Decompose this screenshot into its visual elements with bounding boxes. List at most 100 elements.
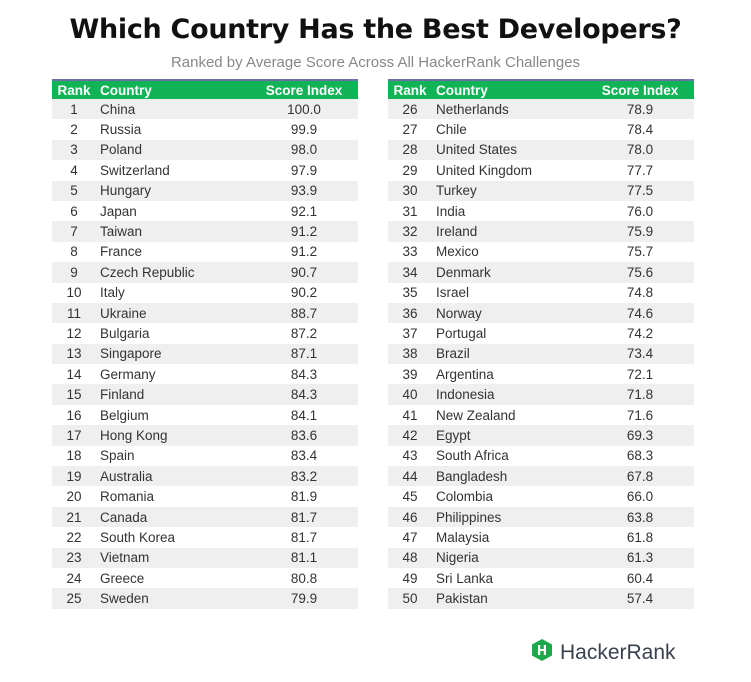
- cell-score: 78.9: [586, 99, 694, 120]
- cell-rank: 7: [52, 221, 96, 242]
- cell-country: Greece: [96, 567, 250, 589]
- table-row: 24 Greece 80.8: [52, 567, 358, 589]
- cell-score: 76.0: [586, 200, 694, 222]
- cell-rank: 49: [388, 567, 432, 589]
- cell-country: Germany: [96, 364, 250, 385]
- table-row: 44 Bangladesh 67.8: [388, 466, 694, 487]
- cell-country: China: [96, 99, 250, 120]
- cell-rank: 3: [52, 139, 96, 161]
- cell-country: Finland: [96, 384, 250, 405]
- cell-country: Norway: [432, 302, 586, 324]
- cell-rank: 12: [52, 323, 96, 344]
- cell-score: 91.2: [250, 221, 358, 242]
- cell-rank: 17: [52, 425, 96, 446]
- cell-country: Indonesia: [432, 384, 586, 405]
- table-row: 7 Taiwan 91.2: [52, 221, 358, 242]
- cell-country: Taiwan: [96, 221, 250, 242]
- cell-rank: 29: [388, 160, 432, 181]
- cell-rank: 6: [52, 200, 96, 222]
- table-row: 43 South Africa 68.3: [388, 445, 694, 467]
- cell-rank: 46: [388, 506, 432, 528]
- table-row: 18 Spain 83.4: [52, 445, 358, 467]
- table-row: 9 Czech Republic 90.7: [52, 262, 358, 283]
- cell-country: South Africa: [432, 445, 586, 467]
- cell-score: 84.3: [250, 364, 358, 385]
- cell-score: 80.8: [250, 567, 358, 589]
- cell-country: Italy: [96, 282, 250, 303]
- cell-rank: 41: [388, 404, 432, 426]
- cell-rank: 15: [52, 384, 96, 405]
- cell-country: Denmark: [432, 262, 586, 283]
- cell-rank: 37: [388, 323, 432, 344]
- table-row: 37 Portugal 74.2: [388, 323, 694, 344]
- cell-rank: 28: [388, 139, 432, 161]
- cell-country: Egypt: [432, 425, 586, 446]
- table-row: 10 Italy 90.2: [52, 282, 358, 303]
- table-body-right: 26 Netherlands 78.9 27 Chile 78.4 28 United Sta…: [388, 99, 694, 609]
- cell-score: 74.6: [586, 302, 694, 324]
- cell-rank: 31: [388, 200, 432, 222]
- cell-rank: 20: [52, 486, 96, 507]
- cell-rank: 25: [52, 588, 96, 609]
- cell-score: 91.2: [250, 241, 358, 263]
- cell-country: Czech Republic: [96, 262, 250, 283]
- cell-country: Pakistan: [432, 588, 586, 609]
- cell-score: 87.2: [250, 323, 358, 344]
- cell-rank: 43: [388, 445, 432, 467]
- cell-rank: 26: [388, 99, 432, 120]
- table-row: 45 Colombia 66.0: [388, 486, 694, 507]
- table-row: 36 Norway 74.6: [388, 302, 694, 324]
- cell-rank: 24: [52, 567, 96, 589]
- column-header-score: Score Index: [586, 80, 694, 99]
- cell-country: United Kingdom: [432, 160, 586, 181]
- table-row: 19 Australia 83.2: [52, 466, 358, 487]
- cell-score: 88.7: [250, 302, 358, 324]
- table-row: 16 Belgium 84.1: [52, 404, 358, 426]
- cell-country: France: [96, 241, 250, 263]
- cell-score: 81.7: [250, 527, 358, 548]
- table-row: 48 Nigeria 61.3: [388, 547, 694, 568]
- cell-country: Japan: [96, 200, 250, 222]
- cell-rank: 38: [388, 343, 432, 365]
- cell-rank: 39: [388, 364, 432, 385]
- cell-score: 93.9: [250, 180, 358, 201]
- cell-country: Ireland: [432, 221, 586, 242]
- cell-rank: 33: [388, 241, 432, 263]
- cell-country: Colombia: [432, 486, 586, 507]
- cell-score: 69.3: [586, 425, 694, 446]
- table-row: 22 South Korea 81.7: [52, 527, 358, 548]
- cell-score: 97.9: [250, 160, 358, 181]
- cell-country: Vietnam: [96, 547, 250, 568]
- cell-rank: 44: [388, 466, 432, 487]
- table-row: 32 Ireland 75.9: [388, 221, 694, 242]
- cell-score: 90.7: [250, 262, 358, 283]
- cell-score: 61.3: [586, 547, 694, 568]
- cell-country: Belgium: [96, 404, 250, 426]
- cell-score: 78.0: [586, 139, 694, 161]
- cell-score: 67.8: [586, 466, 694, 487]
- cell-country: Nigeria: [432, 547, 586, 568]
- table-row: 38 Brazil 73.4: [388, 343, 694, 365]
- cell-country: Philippines: [432, 506, 586, 528]
- table-row: 33 Mexico 75.7: [388, 241, 694, 263]
- cell-score: 74.2: [586, 323, 694, 344]
- cell-country: Romania: [96, 486, 250, 507]
- cell-score: 79.9: [250, 588, 358, 609]
- table-row: 39 Argentina 72.1: [388, 364, 694, 385]
- table-row: 8 France 91.2: [52, 241, 358, 263]
- cell-score: 71.6: [586, 404, 694, 426]
- cell-country: Ukraine: [96, 302, 250, 324]
- cell-score: 75.7: [586, 241, 694, 263]
- cell-rank: 45: [388, 486, 432, 507]
- cell-score: 57.4: [586, 588, 694, 609]
- cell-country: Bulgaria: [96, 323, 250, 344]
- table-header-row: Rank Country Score Index: [388, 80, 694, 99]
- cell-rank: 21: [52, 506, 96, 528]
- cell-country: Poland: [96, 139, 250, 161]
- cell-country: United States: [432, 139, 586, 161]
- cell-country: Sweden: [96, 588, 250, 609]
- table-row: 4 Switzerland 97.9: [52, 160, 358, 181]
- table-row: 49 Sri Lanka 60.4: [388, 567, 694, 589]
- table-row: 47 Malaysia 61.8: [388, 527, 694, 548]
- cell-country: Israel: [432, 282, 586, 303]
